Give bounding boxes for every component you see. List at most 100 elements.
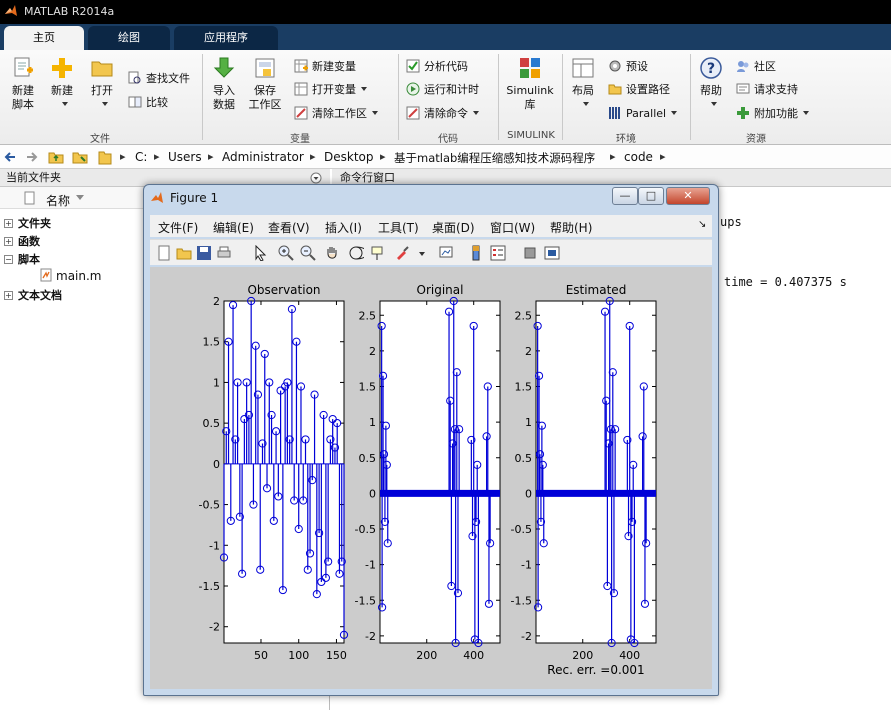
folder-icon xyxy=(98,151,112,165)
layout-button[interactable]: 布局 xyxy=(568,56,598,112)
close-button[interactable]: ✕ xyxy=(666,187,710,205)
save-workspace-label: 保存 工作区 xyxy=(248,84,282,111)
axes-2: Estimated -2 -1.5 -1 -0.5 0 0.5 1 1.5 2 2.5 200 400R… xyxy=(511,283,657,677)
community-button[interactable]: 社区 xyxy=(736,58,776,76)
open-button[interactable]: 打开 xyxy=(86,56,118,112)
y-tick-label: 0.5 xyxy=(203,417,221,430)
request-support-button[interactable]: 请求支持 xyxy=(736,81,798,99)
analyze-code-label: 分析代码 xyxy=(424,60,468,73)
group-label-code: 代码 xyxy=(438,134,458,145)
save-icon[interactable] xyxy=(196,245,212,261)
menu-tools[interactable]: 工具(T) xyxy=(378,219,419,236)
breadcrumb-administrator[interactable]: Administrator xyxy=(222,150,304,164)
chevron-down-icon xyxy=(372,111,378,115)
clear-workspace-icon xyxy=(294,106,308,120)
set-path-button[interactable]: 设置路径 xyxy=(608,81,670,99)
forward-arrow-icon[interactable] xyxy=(25,150,39,164)
breadcrumb-c[interactable]: C: xyxy=(135,150,147,164)
address-bar: ▸ C: ▸ Users ▸ Administrator ▸ Desktop ▸… xyxy=(0,145,891,169)
expand-icon: + xyxy=(4,291,13,300)
legend-icon[interactable] xyxy=(490,245,506,261)
menu-dock-arrow-icon[interactable]: ↘ xyxy=(698,219,706,230)
tab-apps[interactable]: 应用程序 xyxy=(174,26,278,50)
new-figure-icon[interactable] xyxy=(156,245,172,261)
figure-window[interactable]: Figure 1 — □ ✕ 文件(F) 编辑(E) 查看(V) 插入(I) 工… xyxy=(143,184,719,696)
y-tick-label: 1.5 xyxy=(359,381,377,394)
simulink-library-label: Simulink 库 xyxy=(506,84,554,111)
new-button[interactable]: 新建 xyxy=(46,56,78,112)
chevron-down-icon[interactable] xyxy=(419,252,425,256)
menu-help[interactable]: 帮助(H) xyxy=(550,219,592,236)
hide-plot-tools-icon[interactable] xyxy=(522,245,538,261)
show-plot-tools-icon[interactable] xyxy=(544,245,560,261)
compare-button[interactable]: 比较 xyxy=(128,94,168,112)
clear-commands-button[interactable]: 清除命令 xyxy=(406,105,479,123)
tab-plots[interactable]: 绘图 xyxy=(88,26,170,50)
y-tick-label: 0 xyxy=(213,458,220,471)
pointer-icon[interactable] xyxy=(252,245,268,261)
find-files-button[interactable]: 查找文件 xyxy=(128,70,190,88)
link-plot-icon[interactable] xyxy=(438,245,454,261)
y-tick-label: -2 xyxy=(209,621,220,634)
breadcrumb-separator: ▸ xyxy=(310,150,316,163)
zoom-out-icon[interactable] xyxy=(300,245,316,261)
tree-textdoc-group[interactable]: + 文本文档 xyxy=(4,287,62,303)
tree-folder-group[interactable]: + 文件夹 xyxy=(4,215,51,231)
menu-insert[interactable]: 插入(I) xyxy=(325,219,362,236)
menu-desktop[interactable]: 桌面(D) xyxy=(432,219,475,236)
breadcrumb-code[interactable]: code xyxy=(624,150,653,164)
analyze-code-icon xyxy=(406,59,420,73)
group-divider xyxy=(690,54,691,140)
preferences-button[interactable]: 预设 xyxy=(608,58,648,76)
new-script-button[interactable]: 新建 脚本 xyxy=(6,56,40,112)
menu-view[interactable]: 查看(V) xyxy=(268,219,310,236)
pan-hand-icon[interactable] xyxy=(324,245,340,261)
data-cursor-icon[interactable] xyxy=(370,245,386,261)
analyze-code-button[interactable]: 分析代码 xyxy=(406,58,468,76)
tab-home[interactable]: 主页 xyxy=(4,26,84,50)
menu-edit[interactable]: 编辑(E) xyxy=(213,219,254,236)
save-workspace-button[interactable]: 保存 工作区 xyxy=(246,56,284,112)
menu-file[interactable]: 文件(F) xyxy=(158,219,198,236)
svg-text:?: ? xyxy=(707,61,715,77)
breadcrumb-desktop[interactable]: Desktop xyxy=(324,150,374,164)
figure-canvas[interactable]: Observation -2 -1.5 -1 -0.5 0 0.5 1 1.5 2 50 100 150… xyxy=(150,267,712,689)
brush-icon[interactable] xyxy=(394,245,410,261)
new-variable-button[interactable]: 新建变量 xyxy=(294,58,356,76)
help-label: 帮助 xyxy=(700,84,722,97)
simulink-library-button[interactable]: Simulink 库 xyxy=(504,56,556,112)
run-and-time-button[interactable]: 运行和计时 xyxy=(406,81,479,99)
clear-workspace-button[interactable]: 清除工作区 xyxy=(294,105,378,123)
zoom-in-icon[interactable] xyxy=(278,245,294,261)
browse-folder-icon[interactable] xyxy=(72,149,88,165)
addons-button[interactable]: 附加功能 xyxy=(736,105,809,123)
tree-script-group[interactable]: − 脚本 xyxy=(4,251,40,267)
minimize-button[interactable]: — xyxy=(612,187,638,205)
back-arrow-icon[interactable] xyxy=(3,150,17,164)
rotate-3d-icon[interactable] xyxy=(348,245,364,261)
colorbar-icon[interactable] xyxy=(468,245,484,261)
axes-0: Observation -2 -1.5 -1 -0.5 0 0.5 1 1.5 2 50 100 150 xyxy=(199,283,349,662)
panel-menu-icon[interactable] xyxy=(310,172,322,184)
parallel-button[interactable]: Parallel xyxy=(608,105,678,123)
breadcrumb-project-folder[interactable]: 基于matlab编程压缩感知技术源码程序 xyxy=(394,150,595,166)
breadcrumb-users[interactable]: Users xyxy=(168,150,202,164)
compare-label: 比较 xyxy=(146,96,168,109)
chevron-down-icon xyxy=(710,102,717,106)
open-label: 打开 xyxy=(91,84,113,97)
print-icon[interactable] xyxy=(216,245,232,261)
up-folder-icon[interactable] xyxy=(48,149,64,165)
open-variable-button[interactable]: 打开变量 xyxy=(294,81,367,99)
expand-icon: + xyxy=(4,237,13,246)
expand-icon: + xyxy=(4,219,13,228)
tree-function-group[interactable]: + 函数 xyxy=(4,233,40,249)
figure-title-bar[interactable]: Figure 1 — □ ✕ xyxy=(144,185,718,211)
breadcrumb-separator: ▸ xyxy=(154,150,160,163)
help-button[interactable]: ? 帮助 xyxy=(696,56,726,112)
chevron-down-icon xyxy=(582,102,589,106)
file-item-main-m[interactable]: main.m xyxy=(40,268,102,283)
import-data-button[interactable]: 导入 数据 xyxy=(208,56,240,112)
open-file-icon[interactable] xyxy=(176,245,192,261)
maximize-button[interactable]: □ xyxy=(638,187,664,205)
menu-window[interactable]: 窗口(W) xyxy=(490,219,535,236)
